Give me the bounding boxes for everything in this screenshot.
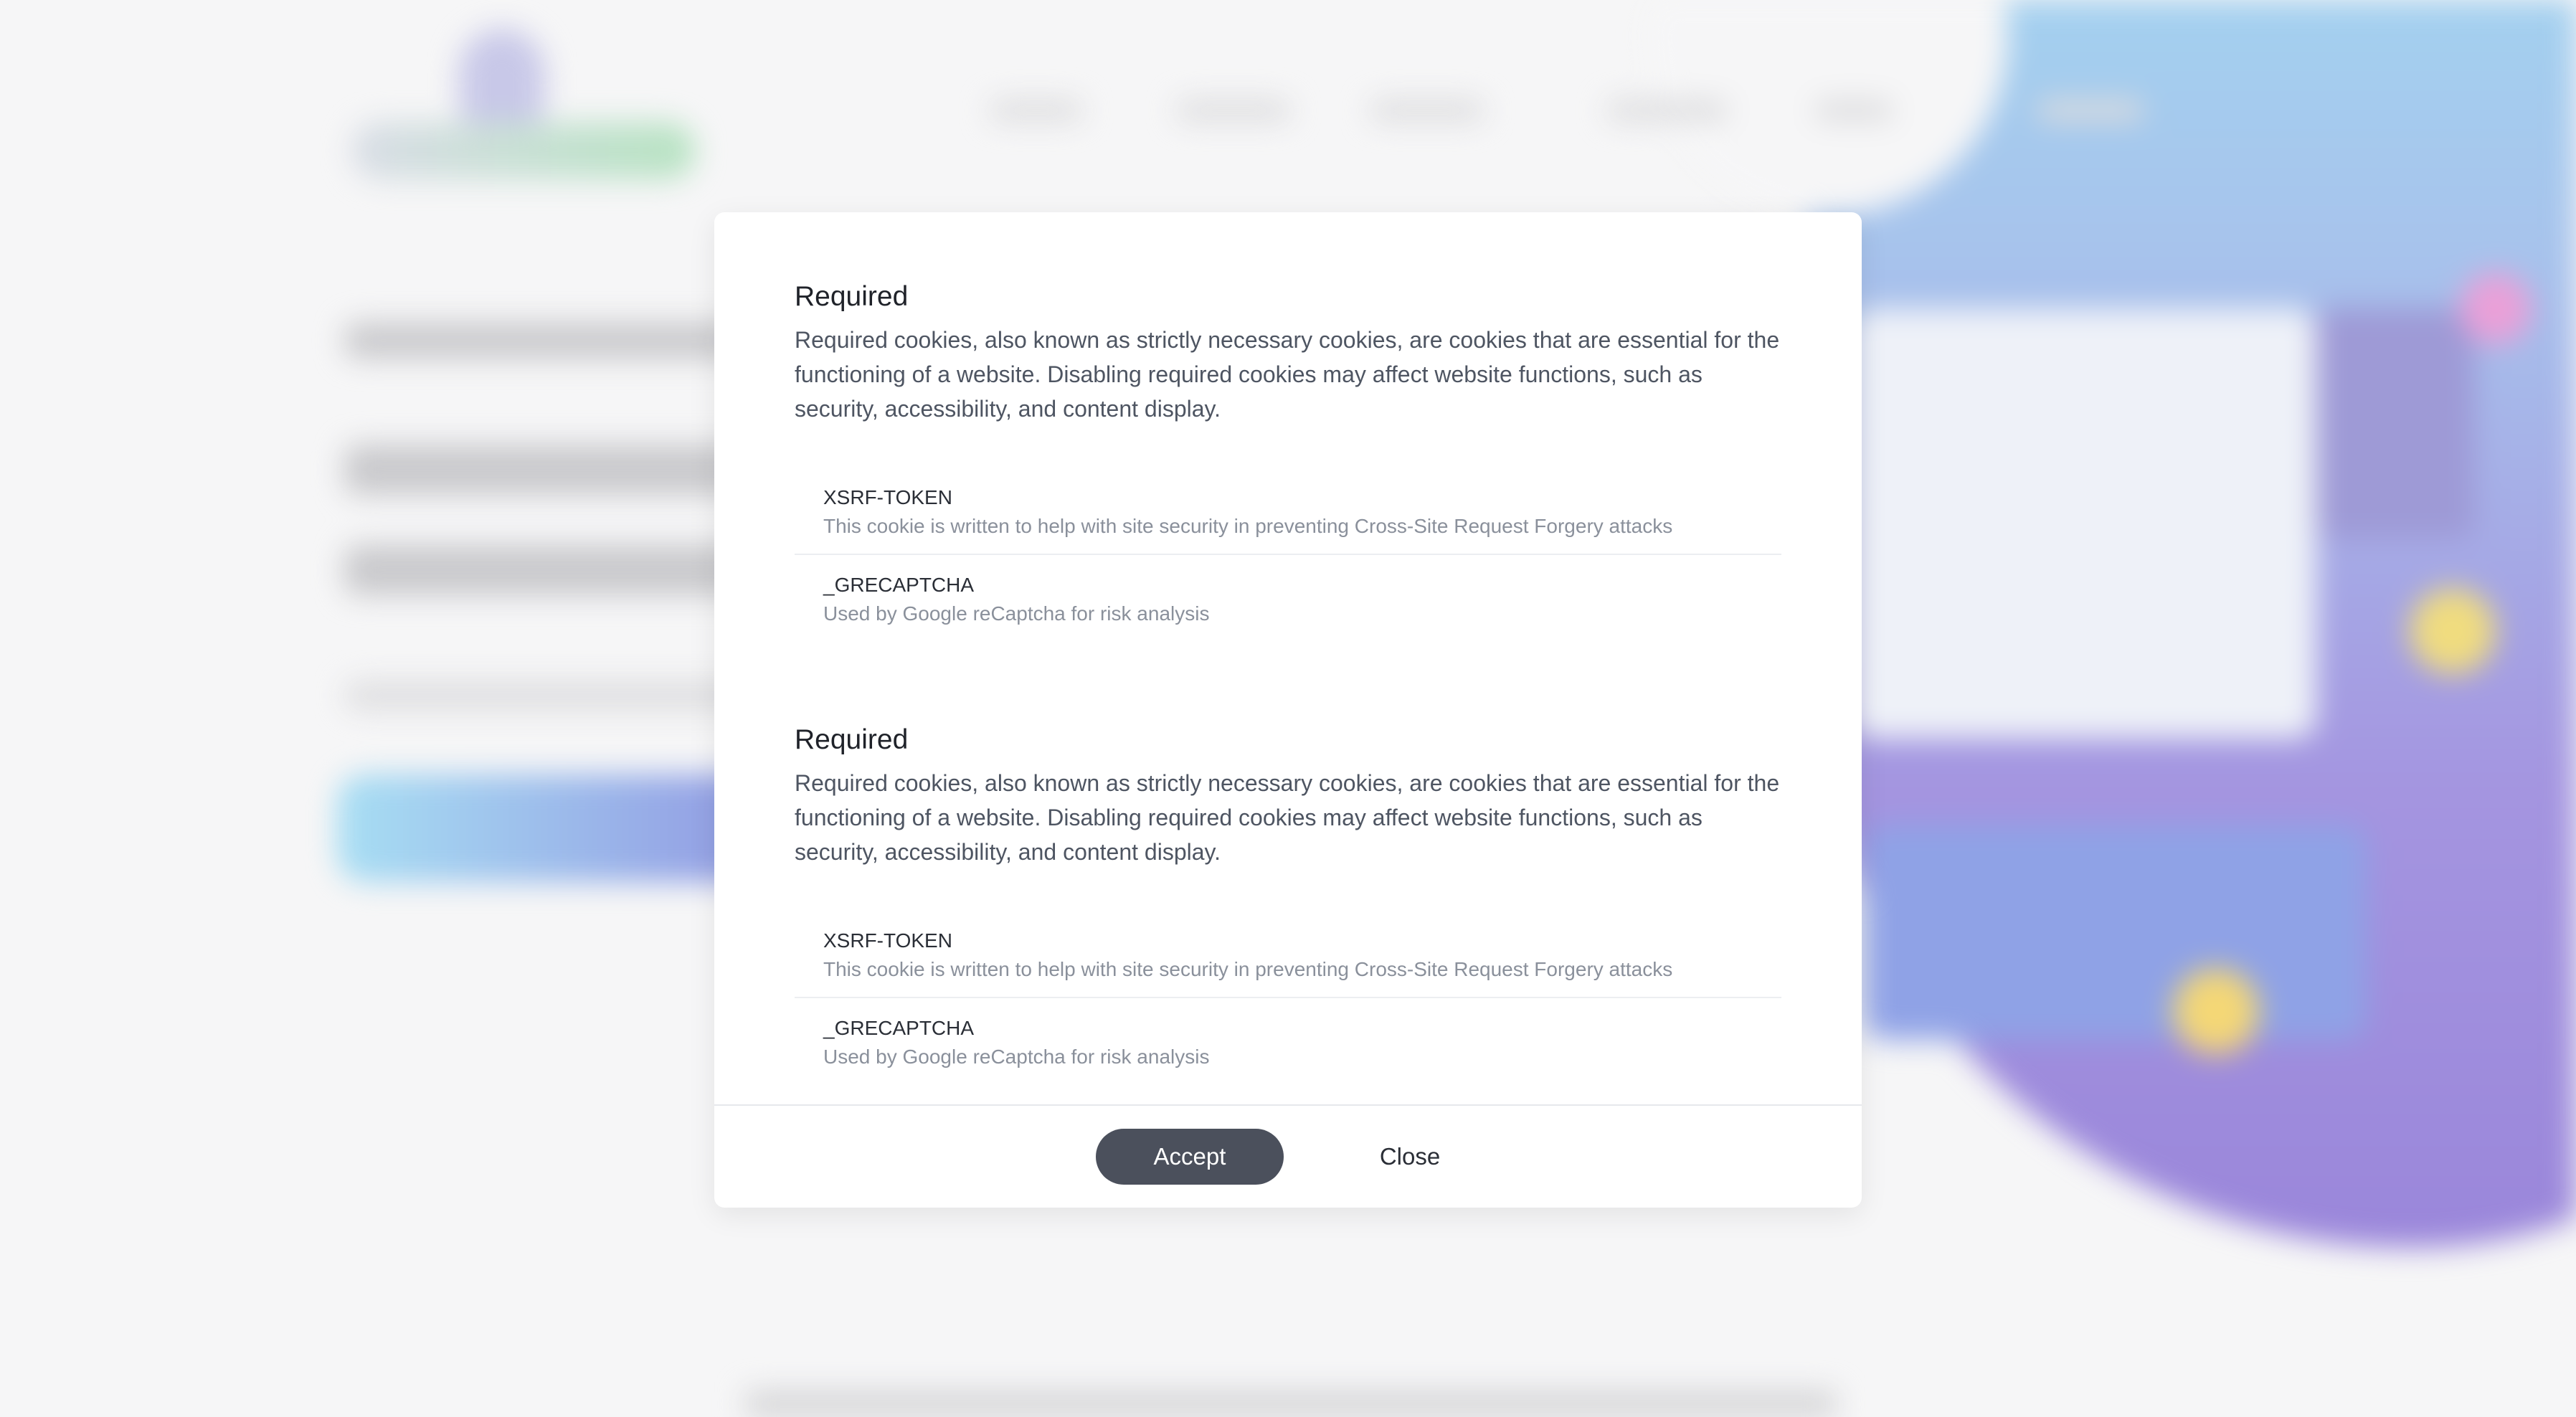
hero-illustration-panel <box>2316 308 2474 538</box>
hero-illustration-card <box>1850 308 2316 739</box>
section-title: Required <box>795 724 909 755</box>
accept-button[interactable]: Accept <box>1096 1129 1284 1185</box>
nav-item-blurred <box>1370 100 1484 120</box>
modal-body[interactable]: Required Required cookies, also known as… <box>714 212 1862 1104</box>
nav-item-blurred <box>2037 100 2144 120</box>
nav-item-blurred <box>1814 100 1893 120</box>
footer-bar-blurred <box>746 1391 1836 1417</box>
cookie-name: XSRF-TOKEN <box>823 929 952 952</box>
section-description: Required cookies, also known as strictly… <box>795 327 1780 422</box>
cookie-settings-modal: Required Required cookies, also known as… <box>714 212 1862 1208</box>
cookie-section-required: Required Required cookies, also known as… <box>795 723 1781 1084</box>
cookie-description: Used by Google reCaptcha for risk analys… <box>823 602 1210 625</box>
modal-footer: Accept Close <box>714 1104 1862 1208</box>
cookie-name: XSRF-TOKEN <box>823 486 952 508</box>
site-logo-wordmark <box>351 122 696 179</box>
illustration-blob <box>2410 588 2496 674</box>
nav-item-blurred <box>1606 100 1728 120</box>
cookie-item-grecaptcha: _GRECAPTCHA Used by Google reCaptcha for… <box>795 998 1781 1084</box>
cookie-item-grecaptcha: _GRECAPTCHA Used by Google reCaptcha for… <box>795 555 1781 641</box>
cookie-name: _GRECAPTCHA <box>823 1017 975 1039</box>
cookie-item-xsrf-token: XSRF-TOKEN This cookie is written to hel… <box>795 911 1781 998</box>
section-title: Required <box>795 281 909 312</box>
cookie-list: XSRF-TOKEN This cookie is written to hel… <box>795 911 1781 1084</box>
cookie-description: This cookie is written to help with site… <box>823 515 1673 537</box>
hero-eyebrow-blurred <box>344 323 746 359</box>
cookie-description: This cookie is written to help with site… <box>823 958 1673 980</box>
nav-item-blurred <box>990 100 1083 120</box>
cookie-name: _GRECAPTCHA <box>823 574 975 596</box>
illustration-blob <box>2173 968 2259 1054</box>
nav-item-blurred <box>1176 100 1291 120</box>
hero-illustration-laptop <box>1865 825 2367 1040</box>
section-description: Required cookies, also known as strictly… <box>795 770 1780 865</box>
close-button[interactable]: Close <box>1345 1129 1474 1185</box>
illustration-blob <box>2460 272 2532 344</box>
hero-subtext-blurred <box>344 681 775 710</box>
cookie-description: Used by Google reCaptcha for risk analys… <box>823 1046 1210 1068</box>
cookie-item-xsrf-token: XSRF-TOKEN This cookie is written to hel… <box>795 468 1781 555</box>
cookie-list: XSRF-TOKEN This cookie is written to hel… <box>795 468 1781 641</box>
cookie-section-required: Required Required cookies, also known as… <box>795 280 1781 641</box>
